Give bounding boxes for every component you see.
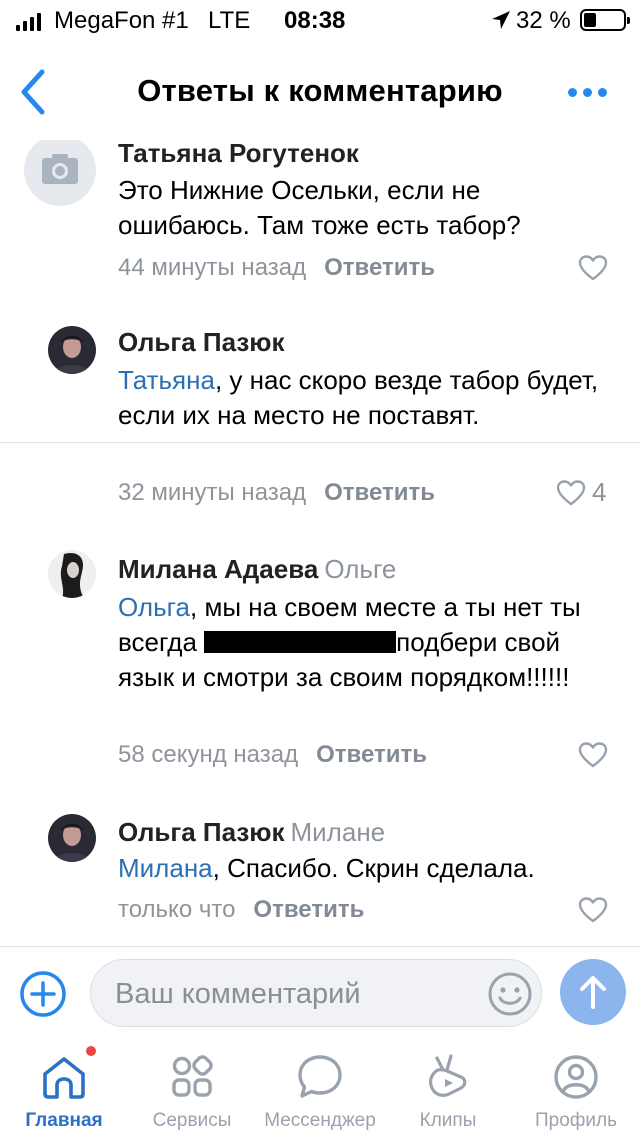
author-line: Ольга Пазюк Милане <box>118 817 385 848</box>
mention-link[interactable]: Татьяна <box>118 365 215 395</box>
location-arrow-icon <box>490 9 512 38</box>
reply-button[interactable]: Ответить <box>324 479 435 506</box>
like-button[interactable] <box>578 896 608 924</box>
tab-clips[interactable]: Клипы <box>384 1040 512 1136</box>
heart-icon <box>578 255 608 281</box>
avatar[interactable] <box>24 140 96 206</box>
comment-input[interactable]: Ваш комментарий <box>90 959 542 1027</box>
author-name[interactable]: Татьяна Рогутенок <box>118 140 359 168</box>
author-line: Татьяна Рогутенок <box>118 140 359 169</box>
more-dots-icon <box>568 87 577 97</box>
battery-percent: 32 % <box>516 7 571 34</box>
reply-button[interactable]: Ответить <box>324 254 435 281</box>
tab-services[interactable]: Сервисы <box>128 1040 256 1136</box>
more-button[interactable] <box>568 80 618 104</box>
comment-time: 44 минуты назад <box>118 254 307 281</box>
tab-label: Мессенджер <box>264 1110 376 1131</box>
author-name[interactable]: Ольга Пазюк <box>118 327 285 357</box>
tab-profile[interactable]: Профиль <box>512 1040 640 1136</box>
mention-link[interactable]: Милана <box>118 853 213 883</box>
send-button[interactable] <box>560 959 626 1025</box>
camera-icon <box>42 154 78 184</box>
comment-time: только что <box>118 896 236 923</box>
network-type: LTE <box>208 7 251 34</box>
arrow-up-icon <box>580 976 606 1009</box>
emoji-button[interactable] <box>487 971 533 1022</box>
heart-icon <box>556 479 586 505</box>
heart-icon <box>578 742 608 768</box>
comment-meta: только что Ответить <box>118 896 364 924</box>
clips-icon <box>428 1054 467 1097</box>
avatar[interactable] <box>48 814 96 862</box>
divider <box>0 442 640 443</box>
author-line: Ольга Пазюк <box>118 327 285 358</box>
tab-messenger[interactable]: Мессенджер <box>256 1040 384 1136</box>
smiley-icon <box>488 972 532 1016</box>
tab-bar: Главная Сервисы Мессенджер Клипы Профиль <box>0 1040 640 1136</box>
plus-circle-icon <box>20 971 66 1017</box>
like-button[interactable] <box>578 254 608 282</box>
comment-meta: 32 минуты назад Ответить <box>118 479 435 507</box>
reply-to-name[interactable]: Милане <box>291 817 386 847</box>
like-count: 4 <box>592 477 607 507</box>
tab-label: Профиль <box>534 1110 618 1131</box>
reply-button[interactable]: Ответить <box>316 741 427 768</box>
comment-time: 58 секунд назад <box>118 741 299 768</box>
avatar-photo <box>48 550 96 598</box>
home-icon <box>43 1057 85 1099</box>
services-icon <box>172 1055 213 1097</box>
comment-text: Милана, Спасибо. Скрин сделала. <box>118 853 535 883</box>
nav-bar: Ответы к комментарию <box>0 44 640 140</box>
redaction-bar <box>204 631 397 653</box>
comment-meta: 44 минуты назад Ответить <box>118 254 435 282</box>
reply-to-name[interactable]: Ольге <box>324 554 396 584</box>
author-name[interactable]: Милана Адаева <box>118 554 318 584</box>
attach-button[interactable] <box>19 970 67 1023</box>
comment-input-placeholder: Ваш комментарий <box>115 978 361 1010</box>
clock: 08:38 <box>284 7 346 34</box>
signal-icon <box>16 13 41 31</box>
comment-composer: Ваш комментарий <box>0 946 640 1040</box>
tab-label: Клипы <box>419 1110 477 1131</box>
author-name[interactable]: Ольга Пазюк <box>118 817 285 847</box>
avatar-photo <box>48 814 96 862</box>
comments-list: Татьяна Рогутенок Это Нижние Осельки, ес… <box>0 140 640 946</box>
author-line: Милана Адаева Ольге <box>118 554 396 585</box>
notification-dot <box>86 1046 96 1056</box>
status-bar: MegaFon #1 LTE 08:38 32 % <box>0 0 640 44</box>
like-button[interactable] <box>578 741 608 769</box>
tab-label: Сервисы <box>152 1110 232 1131</box>
avatar-photo <box>48 326 96 374</box>
avatar[interactable] <box>48 326 96 374</box>
heart-icon <box>578 897 608 923</box>
messenger-icon <box>298 1055 342 1098</box>
comment-text: Это Нижние Осельки, если не ошибаюсь. Та… <box>118 175 521 240</box>
page-title: Ответы к комментарию <box>137 73 503 108</box>
profile-icon <box>554 1055 598 1099</box>
tab-home[interactable]: Главная <box>0 1040 128 1136</box>
battery-icon <box>580 9 630 31</box>
comment-meta: 58 секунд назад Ответить <box>118 741 427 769</box>
mention-link[interactable]: Ольга <box>118 592 190 622</box>
comment-text: Ольга, мы на своем месте а ты нет ты все… <box>118 592 581 692</box>
comment-time: 32 минуты назад <box>118 479 307 506</box>
like-button[interactable]: 4 <box>556 477 606 508</box>
avatar[interactable] <box>48 550 96 598</box>
comment-text: Татьяна, у нас скоро везде табор будет, … <box>118 365 599 430</box>
carrier-name: MegaFon #1 <box>54 7 189 34</box>
reply-button[interactable]: Ответить <box>253 896 364 923</box>
